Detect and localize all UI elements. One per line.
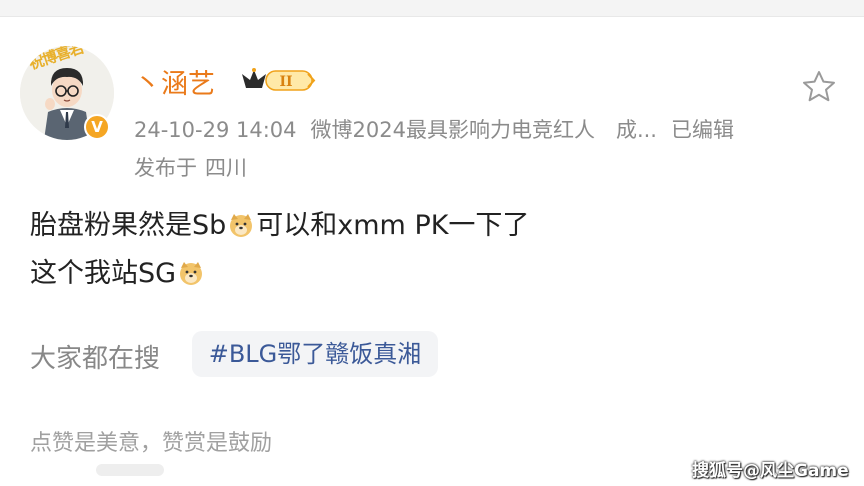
top-divider-bar	[0, 0, 864, 17]
publish-prefix: 发布于	[134, 156, 197, 180]
reward-prompt: 点赞是美意，赞赏是鼓励	[30, 431, 273, 456]
post-line-1-part-a: 胎盘粉果然是Sb	[30, 210, 227, 241]
crown-icon: II	[242, 68, 316, 91]
post-line-2-text: 这个我站SG	[30, 258, 177, 289]
doge-emoji-icon	[180, 262, 203, 285]
post-line-1-part-b: 可以和xmm PK一下了	[256, 210, 530, 241]
reward-button[interactable]	[96, 464, 164, 476]
star-outline-icon[interactable]	[801, 69, 837, 105]
post-meta: 24-10-29 14:04 微博2024最具影响力电竞红人 成... 已编辑	[134, 114, 748, 144]
doge-emoji-icon	[230, 214, 253, 237]
weibo-post-page: 祝博喜若 V 丶涵艺 II 24-10-29 14:04 微博2024最具影响力电…	[0, 0, 864, 486]
post-timestamp[interactable]: 24-10-29 14:04	[134, 118, 297, 142]
member-level-badge[interactable]: II	[238, 66, 318, 94]
level-badge-text: II	[279, 74, 292, 90]
author-tagline: 微博2024最具影响力电竞红人 成...	[310, 118, 657, 142]
publish-location: 发布于 四川	[134, 152, 255, 182]
post-line-2: 这个我站SG	[30, 250, 529, 298]
trending-label: 大家都在搜	[30, 344, 161, 374]
post-text: 胎盘粉果然是Sb 可以和xmm PK一下了 这个我站SG	[30, 202, 529, 298]
publish-place: 四川	[205, 156, 247, 180]
author-name[interactable]: 丶涵艺	[134, 62, 215, 101]
verified-icon: V	[84, 114, 110, 140]
trending-hashtag-chip[interactable]: #BLG鄂了赣饭真湘	[192, 331, 438, 377]
post-line-1: 胎盘粉果然是Sb 可以和xmm PK一下了	[30, 202, 529, 250]
watermark: 搜狐号@风尘Game	[692, 461, 849, 481]
edited-label[interactable]: 已编辑	[671, 118, 734, 142]
